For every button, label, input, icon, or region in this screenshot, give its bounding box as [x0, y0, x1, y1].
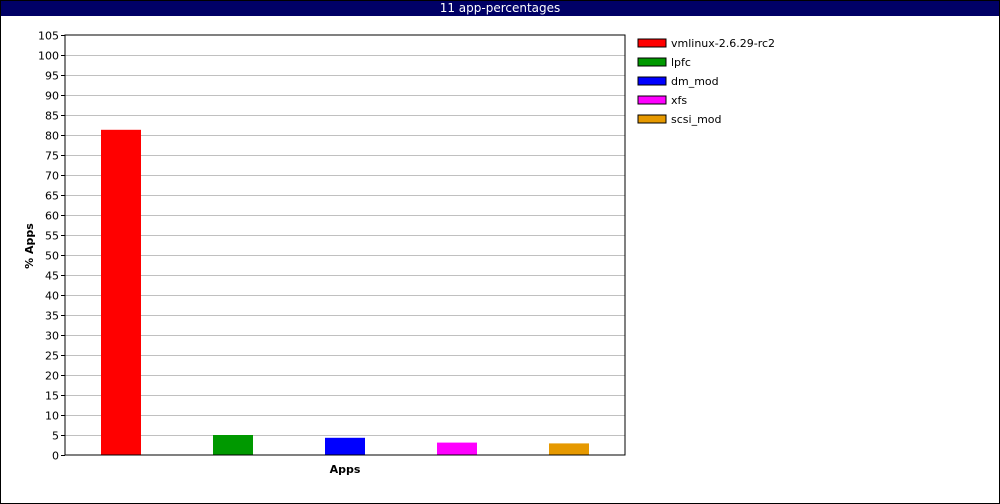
- bar-dm_mod: [325, 437, 365, 455]
- y-tick-label: 80: [45, 130, 59, 143]
- legend-label: vmlinux-2.6.29-rc2: [671, 37, 775, 50]
- y-tick-label: 5: [52, 430, 59, 443]
- bar-lpfc: [213, 435, 253, 455]
- y-tick-label: 15: [45, 390, 59, 403]
- y-tick-label: 10: [45, 410, 59, 423]
- grid-lines: [65, 55, 625, 436]
- y-tick-label: 90: [45, 90, 59, 103]
- y-tick-label: 45: [45, 270, 59, 283]
- legend-label: xfs: [671, 94, 687, 107]
- y-tick-label: 60: [45, 210, 59, 223]
- y-tick-label: 55: [45, 230, 59, 243]
- bar-scsi_mod: [549, 443, 589, 455]
- y-tick-label: 95: [45, 70, 59, 83]
- plot-area: [64, 34, 626, 456]
- y-tick-label: 0: [52, 450, 59, 463]
- y-tick-label: 65: [45, 190, 59, 203]
- legend-swatch: [637, 57, 667, 67]
- legend-swatch: [637, 38, 667, 48]
- bar-vmlinux-2.6.29-rc2: [101, 129, 141, 456]
- y-tick-label: 70: [45, 170, 59, 183]
- legend-label: scsi_mod: [671, 113, 722, 126]
- y-tick-label: 40: [45, 290, 59, 303]
- y-tick-label: 85: [45, 110, 59, 123]
- y-tick-label: 25: [45, 350, 59, 363]
- x-axis-label: Apps: [330, 463, 361, 476]
- y-tick-label: 20: [45, 370, 59, 383]
- bar-chart: 0 5 10 15 20 25 30 35 40 45 50 55 60 65 70 75 80 85 90 95 10…: [23, 30, 775, 477]
- legend-swatch: [637, 114, 667, 124]
- legend: vmlinux-2.6.29-rc2 lpfc dm_modxfs scsi_mod: [637, 37, 775, 126]
- legend-swatch: [637, 95, 667, 105]
- y-tick-label: 30: [45, 330, 59, 343]
- y-tick-label: 100: [38, 50, 59, 63]
- y-tick-label: 105: [38, 30, 59, 43]
- legend-swatch: [637, 76, 667, 86]
- legend-label: dm_mod: [671, 75, 719, 88]
- y-tick-label: 35: [45, 310, 59, 323]
- y-tick-label: 75: [45, 150, 59, 163]
- y-axis-label: % Apps: [23, 223, 36, 269]
- legend-label: lpfc: [671, 56, 691, 69]
- y-axis-ticks: 0 5 10 15 20 25 30 35 40 45 50 55 60 65 70 75 80 85 90 95 10…: [38, 30, 65, 463]
- bar-xfs: [437, 442, 477, 455]
- bars: [101, 129, 589, 456]
- y-tick-label: 50: [45, 250, 59, 263]
